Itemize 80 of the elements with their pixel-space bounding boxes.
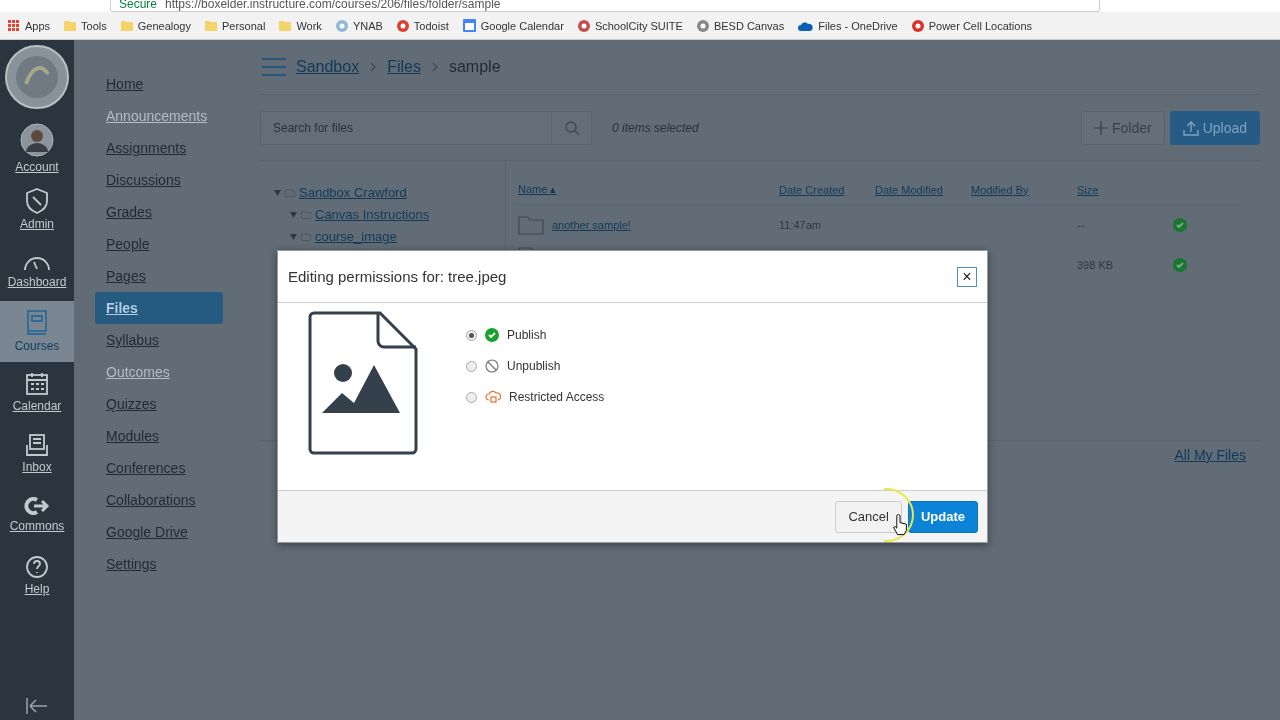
column-header[interactable]: Date Modified	[875, 175, 971, 205]
course-nav-item[interactable]: Google Drive	[95, 516, 223, 548]
bookmark-link[interactable]: Genealogy	[120, 19, 191, 32]
course-nav-item[interactable]: Discussions	[95, 164, 223, 196]
course-nav-item[interactable]: Settings	[95, 548, 223, 580]
nav-label: Dashboard	[7, 275, 67, 289]
global-nav-item[interactable]: Account	[0, 118, 74, 179]
nav-label: Account	[15, 160, 59, 174]
permission-option[interactable]: Publish	[466, 325, 605, 345]
folder-tree-item[interactable]: course_image	[315, 229, 397, 244]
bookmark-link[interactable]: SchoolCity SUITE	[577, 19, 683, 32]
course-nav-item[interactable]: People	[95, 228, 223, 260]
all-files-link[interactable]: All My Files	[1174, 447, 1246, 463]
permission-option[interactable]: Unpublish	[466, 356, 605, 376]
update-button[interactable]: Update	[907, 500, 978, 533]
secure-label: Secure	[119, 0, 158, 10]
dialog-title: Editing permissions for: tree.jpeg	[288, 268, 507, 285]
course-nav-item[interactable]: Pages	[95, 260, 223, 292]
global-nav-item[interactable]: Courses	[0, 301, 74, 362]
bookmark-link[interactable]: Work	[279, 19, 322, 32]
folder-tree-item[interactable]: Sandbox Crawford	[299, 185, 407, 200]
bookmark-label: SchoolCity SUITE	[594, 19, 683, 32]
course-nav-item[interactable]: Files	[95, 292, 223, 324]
nav-label: Inbox	[22, 460, 52, 474]
bookmark-link[interactable]: Tools	[64, 19, 107, 32]
bookmark-label: Genealogy	[137, 19, 191, 32]
bookmark-label: Tools	[81, 19, 107, 32]
nav-label: Calendar	[12, 399, 62, 413]
option-label: Unpublish	[507, 359, 561, 373]
bookmark-link[interactable]: Todoist	[396, 19, 449, 32]
course-nav-item[interactable]: Modules	[95, 420, 223, 452]
upload-button[interactable]: Upload	[1169, 110, 1260, 145]
column-header[interactable]: Size	[1077, 175, 1173, 205]
global-nav-item[interactable]: Help	[0, 545, 74, 606]
search-field[interactable]: Search for files	[260, 110, 552, 145]
bookmark-label: Files - OneDrive	[818, 19, 898, 32]
nav-label: Help	[24, 582, 50, 596]
column-header[interactable]: Date Created	[779, 175, 875, 205]
global-nav-item[interactable]: Inbox	[0, 423, 74, 484]
global-nav-item[interactable]: Admin	[0, 179, 74, 240]
course-nav-item[interactable]: Collaborations	[95, 484, 223, 516]
bookmark-label: BESD Canvas	[713, 19, 785, 32]
close-button[interactable]: ×	[957, 266, 977, 287]
breadcrumb-link[interactable]: Sandbox	[296, 58, 360, 76]
permission-option[interactable]: Restricted Access	[466, 387, 605, 407]
folder-tree-item[interactable]: Canvas Instructions	[315, 207, 430, 222]
file-size: --	[1077, 219, 1085, 231]
column-header[interactable]: Modified By	[971, 175, 1077, 205]
bookmark-link[interactable]: Files - OneDrive	[798, 19, 898, 32]
bookmark-label: Work	[296, 19, 322, 32]
nav-label: Commons	[9, 519, 65, 533]
global-nav-item[interactable]: Dashboard	[0, 240, 74, 301]
course-nav-item[interactable]: Grades	[95, 196, 223, 228]
breadcrumb-link[interactable]: Files	[387, 58, 421, 76]
bookmark-link[interactable]: Google Calendar	[462, 19, 564, 32]
column-header[interactable]: Name ▴	[518, 175, 779, 205]
bookmark-link[interactable]: BESD Canvas	[696, 19, 785, 32]
bookmark-link[interactable]: YNAB	[335, 19, 383, 32]
bookmark-label: Google Calendar	[480, 19, 564, 32]
option-label: Publish	[507, 328, 547, 342]
course-nav-item[interactable]: Syllabus	[95, 324, 223, 356]
file-name-link[interactable]: another sample!	[552, 219, 631, 231]
global-nav-item[interactable]: Calendar	[0, 362, 74, 423]
course-nav-item[interactable]: Home	[95, 68, 223, 100]
bookmark-label: YNAB	[352, 19, 383, 32]
option-label: Restricted Access	[509, 390, 605, 404]
bookmark-link[interactable]: Personal	[205, 19, 266, 32]
course-nav-item[interactable]: Assignments	[95, 132, 223, 164]
bookmark-link[interactable]: Apps	[8, 19, 51, 32]
bookmark-label: Personal	[222, 19, 266, 32]
global-nav-item[interactable]: Commons	[0, 484, 74, 545]
bookmark-label: Todoist	[413, 19, 449, 32]
course-nav-item[interactable]: Quizzes	[95, 388, 223, 420]
url-text: https://boxelder.instructure.com/courses/206/files/folder/sample	[165, 0, 501, 10]
nav-label: Admin	[20, 217, 54, 231]
breadcrumb-link[interactable]: sample	[448, 58, 501, 76]
bookmark-label: Apps	[25, 19, 51, 32]
course-nav-item[interactable]: Conferences	[95, 452, 223, 484]
selection-count: 0 items selected	[612, 120, 700, 135]
nav-label: Courses	[14, 339, 60, 353]
